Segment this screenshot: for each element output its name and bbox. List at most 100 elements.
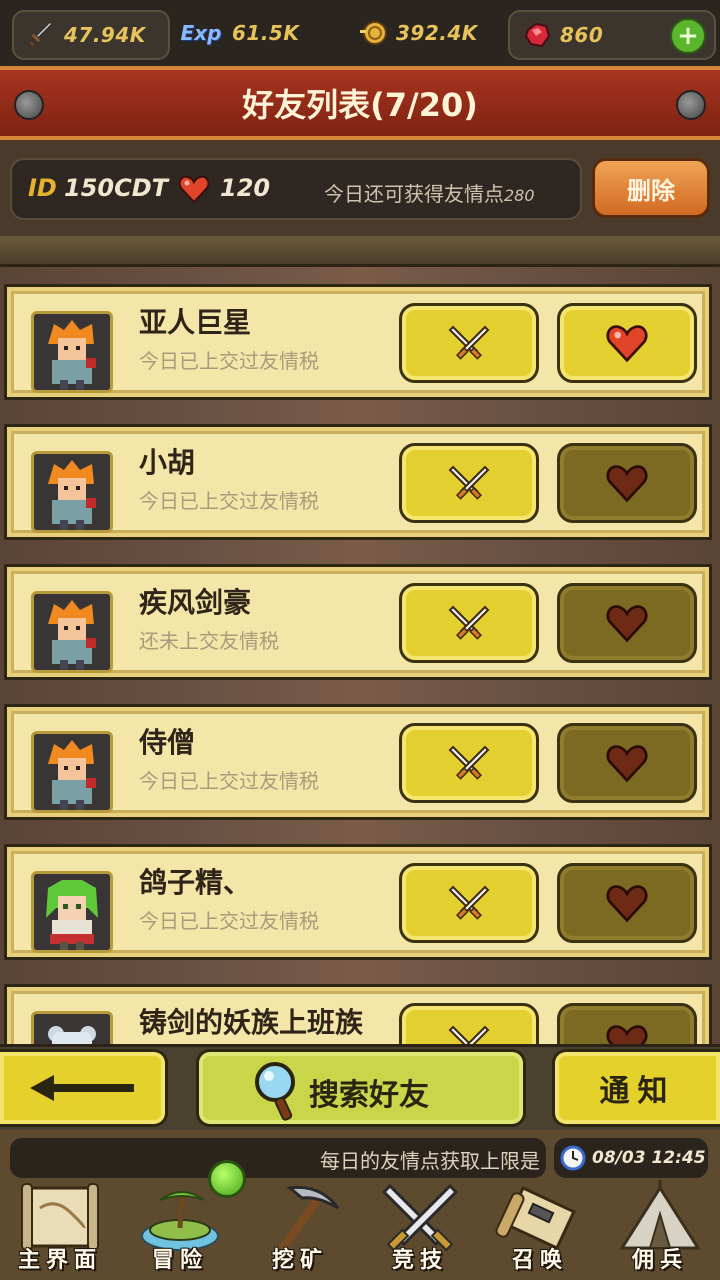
friend-avatar[interactable] — [31, 1011, 113, 1044]
search-friend-label: 搜索好友 — [309, 1078, 429, 1113]
action-bar: 搜索好友 通知 — [0, 1044, 720, 1133]
friend-name: 鸽子精、 — [139, 866, 252, 899]
resource-bar: 47.94K Exp 61.5K 392.4K 860 + — [0, 0, 720, 66]
ruby-gem-icon — [520, 18, 554, 52]
power-value: 47.94K — [64, 23, 146, 47]
friend-info-bar: ID 150CDT 120 今日还可获得友情点280 删除 — [0, 140, 720, 236]
news-ticker: 每日的友情点获取上限是 — [10, 1138, 546, 1178]
resource-coins: 392.4K — [346, 10, 496, 56]
friend-status: 今日已上交过友情税 — [139, 909, 319, 933]
add-gems-button[interactable]: + — [670, 18, 706, 54]
friend-list[interactable]: 亚人巨星 今日已上交过友情税 小胡 今日已上交过友情税 疾风剑豪 还未上交友情税 — [0, 236, 720, 1044]
friend-row[interactable]: 小胡 今日已上交过友情税 — [4, 424, 712, 540]
friend-avatar[interactable] — [31, 731, 113, 813]
nav-main[interactable]: 主界面 — [0, 1178, 120, 1280]
battle-button[interactable] — [399, 863, 539, 943]
coin-icon — [356, 16, 390, 50]
heart-icon — [606, 605, 648, 643]
friend-row[interactable]: 侍僧 今日已上交过友情税 — [4, 704, 712, 820]
search-friend-button[interactable]: 搜索好友 — [196, 1049, 526, 1127]
friend-status: 今日已上交过友情税 — [139, 489, 319, 513]
heart-icon — [606, 465, 648, 503]
title-banner: 好友列表(7/20) — [0, 66, 720, 140]
battle-button[interactable] — [399, 723, 539, 803]
clock-icon — [560, 1145, 586, 1171]
battle-button[interactable] — [399, 583, 539, 663]
friend-row[interactable]: 疾风剑豪 还未上交友情税 — [4, 564, 712, 680]
arrow-left-icon — [29, 1075, 134, 1101]
friend-row[interactable]: 鸽子精、 今日已上交过友情税 — [4, 844, 712, 960]
battle-button[interactable] — [399, 303, 539, 383]
crossed-swords-icon — [448, 465, 490, 500]
send-heart-button[interactable] — [557, 1003, 697, 1044]
plus-icon: + — [677, 21, 699, 51]
coin-value: 392.4K — [396, 21, 478, 45]
remaining-friendship-points: 今日还可获得友情点280 — [324, 178, 535, 207]
friend-name: 小胡 — [139, 446, 196, 479]
heart-icon — [606, 325, 648, 363]
clock-panel: 08/03 12:45 — [554, 1138, 708, 1178]
notification-dot — [208, 1160, 246, 1198]
nav-summon-label: 召唤 — [511, 1248, 568, 1273]
exp-badge: Exp — [180, 21, 222, 45]
battle-button[interactable] — [399, 1003, 539, 1044]
friend-info-panel: ID 150CDT 120 今日还可获得友情点280 — [10, 158, 582, 220]
crossed-swords-icon — [448, 885, 490, 920]
send-heart-button[interactable] — [557, 583, 697, 663]
resource-power: 47.94K — [12, 10, 170, 60]
friend-avatar[interactable] — [31, 311, 113, 393]
nav-mercenary-label: 佣兵 — [631, 1248, 688, 1273]
delete-button[interactable]: 删除 — [592, 158, 710, 218]
sword-icon — [24, 18, 58, 52]
friend-status: 今日已上交过友情税 — [139, 349, 319, 373]
friend-status: 还未上交友情税 — [139, 629, 279, 653]
exp-icon: Exp — [176, 16, 226, 50]
friend-name: 铸剑的妖族上班族 — [139, 1006, 364, 1039]
remaining-label: 今日还可获得友情点 — [324, 182, 504, 206]
notice-button[interactable]: 通知 — [552, 1049, 720, 1127]
heart-icon — [606, 745, 648, 783]
nav-arena[interactable]: 竞技 — [360, 1178, 480, 1280]
battle-button[interactable] — [399, 443, 539, 523]
remaining-value: 280 — [504, 186, 535, 205]
nav-mining[interactable]: 挖矿 — [240, 1178, 360, 1280]
nav-main-label: 主界面 — [17, 1248, 102, 1273]
id-value: 150CDT — [64, 174, 169, 202]
resource-gems: 860 + — [508, 10, 716, 60]
friend-avatar[interactable] — [31, 591, 113, 673]
friend-name: 侍僧 — [139, 726, 196, 759]
friend-row[interactable]: 铸剑的妖族上班族 — [4, 984, 712, 1044]
bottom-navigation: 每日的友情点获取上限是 08/03 12:45 主界面 冒险 挖矿 竞技 召唤 … — [0, 1130, 720, 1280]
friend-avatar[interactable] — [31, 451, 113, 533]
heart-icon — [606, 885, 648, 923]
rivet-icon — [676, 90, 706, 120]
friend-row[interactable]: 亚人巨星 今日已上交过友情税 — [4, 284, 712, 400]
ticker-message: 每日的友情点获取上限是 — [320, 1149, 540, 1173]
nav-adventure-label: 冒险 — [151, 1248, 208, 1273]
send-heart-button[interactable] — [557, 303, 697, 383]
friend-name: 疾风剑豪 — [139, 586, 252, 619]
gem-value: 860 — [560, 23, 604, 47]
nav-mercenary[interactable]: 佣兵 — [600, 1178, 720, 1280]
nav-arena-label: 竞技 — [391, 1248, 448, 1273]
list-top-frame — [0, 236, 720, 267]
crossed-swords-icon — [448, 605, 490, 640]
resource-exp: Exp 61.5K — [166, 10, 346, 56]
magnifier-icon — [255, 1062, 295, 1121]
heart-icon — [178, 174, 210, 208]
nav-summon[interactable]: 召唤 — [480, 1178, 600, 1280]
crossed-swords-icon — [448, 1025, 490, 1044]
send-heart-button[interactable] — [557, 863, 697, 943]
page-title: 好友列表(7/20) — [242, 86, 478, 124]
heart-icon — [606, 1025, 648, 1044]
send-heart-button[interactable] — [557, 723, 697, 803]
send-heart-button[interactable] — [557, 443, 697, 523]
back-button[interactable] — [0, 1049, 168, 1127]
crossed-swords-icon — [448, 325, 490, 360]
exp-value: 61.5K — [232, 21, 300, 45]
friend-avatar[interactable] — [31, 871, 113, 953]
friend-status: 今日已上交过友情税 — [139, 769, 319, 793]
clock-time: 08/03 12:45 — [592, 1148, 706, 1168]
crossed-swords-icon — [448, 745, 490, 780]
id-label: ID — [28, 174, 57, 202]
